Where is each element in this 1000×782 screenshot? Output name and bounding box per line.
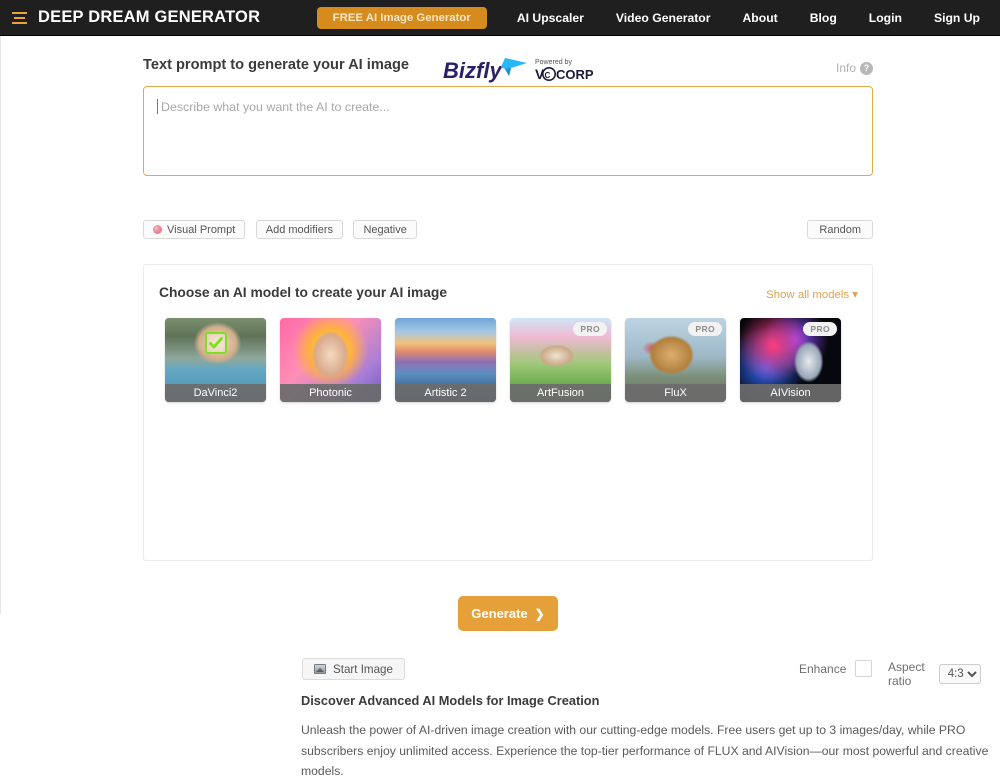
discover-body-text: Unleash the power of AI-driven image cre… <box>301 723 989 778</box>
prompt-tools-row: Visual Prompt Add modifiers Negative Ran… <box>143 220 873 240</box>
svg-text:Bizfly: Bizfly <box>443 58 503 83</box>
prompt-textarea[interactable]: Describe what you want the AI to create.… <box>143 86 873 176</box>
model-name-label: Artistic 2 <box>395 384 496 402</box>
bizfly-sponsor-logo: Bizfly Powered by V C CORP <box>443 52 603 88</box>
nav-link-ai-upscaler[interactable]: AI Upscaler <box>501 0 600 36</box>
show-all-models-link[interactable]: Show all models ▾ <box>766 287 858 301</box>
model-name-label: FluX <box>625 384 726 402</box>
prompt-placeholder-text: Describe what you want the AI to create.… <box>161 100 390 114</box>
start-image-label: Start Image <box>333 662 393 676</box>
visual-prompt-label: Visual Prompt <box>167 223 236 236</box>
negative-button[interactable]: Negative <box>353 220 417 239</box>
add-modifiers-label: Add modifiers <box>265 223 333 236</box>
nav-link-about[interactable]: About <box>727 0 794 36</box>
nav-link-sign-up[interactable]: Sign Up <box>918 0 996 36</box>
image-icon <box>314 664 326 674</box>
discover-heading: Discover Advanced AI Models for Image Cr… <box>301 693 600 708</box>
top-navigation-bar: DEEP DREAM GENERATOR FREE AI Image Gener… <box>0 0 1000 36</box>
model-panel-title: Choose an AI model to create your AI ima… <box>159 285 448 300</box>
model-name-label: Photonic <box>280 384 381 402</box>
model-card-artistic-2[interactable]: Artistic 2 <box>395 318 496 402</box>
page-title: Text prompt to generate your AI image <box>143 57 409 73</box>
model-name-label: AIVision <box>740 384 841 402</box>
model-card-artfusion[interactable]: PRO ArtFusion <box>510 318 611 402</box>
model-card-aivision[interactable]: PRO AIVision <box>740 318 841 402</box>
random-button[interactable]: Random <box>807 220 873 239</box>
info-label: Info <box>835 61 856 75</box>
model-selection-panel: Choose an AI model to create your AI ima… <box>143 264 988 778</box>
pro-badge: PRO <box>688 322 722 336</box>
nav-link-login[interactable]: Login <box>853 0 918 36</box>
aspect-ratio-control: Aspect ratio 4:3 <box>888 660 981 688</box>
svg-text:C: C <box>545 71 551 80</box>
model-card-row: DaVinci2 Photonic Artistic 2 PRO ArtFusi… <box>165 318 841 402</box>
model-card-flux[interactable]: PRO FluX <box>625 318 726 402</box>
page-content: Text prompt to generate your AI image Bi… <box>0 36 1000 778</box>
enhance-control: Enhance <box>799 660 873 677</box>
aspect-ratio-select[interactable]: 4:3 <box>938 664 981 684</box>
pro-badge: PRO <box>573 322 607 336</box>
text-caret <box>157 99 158 114</box>
nav-link-video-generator[interactable]: Video Generator <box>600 0 727 36</box>
nav-links-group: FREE AI Image Generator AI Upscaler Vide… <box>316 0 1000 36</box>
question-mark-icon: ? <box>860 61 873 75</box>
svg-text:CORP: CORP <box>556 67 594 82</box>
chevron-down-icon: ▾ <box>852 289 858 301</box>
negative-label: Negative <box>363 223 407 236</box>
svg-text:Powered by: Powered by <box>535 59 572 66</box>
model-card-davinci2[interactable]: DaVinci2 <box>165 318 266 402</box>
start-image-button[interactable]: Start Image <box>302 658 405 680</box>
enhance-checkbox[interactable] <box>855 660 873 677</box>
show-all-models-label: Show all models <box>766 289 850 301</box>
model-name-label: ArtFusion <box>510 384 611 402</box>
nav-link-blog[interactable]: Blog <box>794 0 853 36</box>
prompt-header: Text prompt to generate your AI image Bi… <box>143 50 873 86</box>
pro-badge: PRO <box>803 322 837 336</box>
model-card-photonic[interactable]: Photonic <box>280 318 381 402</box>
bizfly-logo-svg: Bizfly Powered by V C CORP <box>443 58 594 83</box>
nav-cta-free-ai-image-generator[interactable]: FREE AI Image Generator <box>316 6 487 29</box>
hamburger-icon[interactable] <box>6 11 32 24</box>
model-name-label: DaVinci2 <box>165 384 266 402</box>
visual-prompt-button[interactable]: Visual Prompt <box>143 220 246 239</box>
site-brand-title[interactable]: DEEP DREAM GENERATOR <box>38 8 260 27</box>
visual-prompt-icon <box>153 225 162 234</box>
check-mark-icon <box>204 332 227 355</box>
add-modifiers-button[interactable]: Add modifiers <box>255 220 343 239</box>
enhance-label: Enhance <box>799 661 847 676</box>
aspect-ratio-label: Aspect ratio <box>888 660 925 688</box>
info-link[interactable]: Info ? <box>836 61 873 75</box>
